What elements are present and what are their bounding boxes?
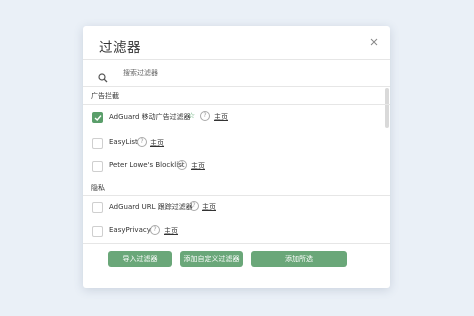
dialog-footer: 导入过滤器 添加自定义过滤器 添加所选 [83,243,390,288]
section-ad-blocking: 广告拦截 [91,92,119,100]
checkbox[interactable] [92,161,103,172]
homepage-link[interactable]: 主页 [214,112,228,122]
filter-name: EasyPrivacy [109,226,151,234]
filter-name: EasyList [109,138,138,146]
filter-list: 广告拦截 AdGuard 移动广告过滤器 ☆ ? 主页 EasyList ? 主… [83,87,390,242]
filter-name: Peter Lowe's Blocklist [109,161,185,169]
homepage-link[interactable]: 主页 [150,138,164,148]
checkbox[interactable] [92,138,103,149]
question-circle-icon[interactable]: ? [137,137,147,147]
list-item-easylist[interactable]: EasyList ? 主页 [83,136,383,154]
section-divider [83,104,390,105]
list-item-adguard-mobile[interactable]: AdGuard 移动广告过滤器 ☆ ? 主页 [83,110,383,128]
search-input[interactable] [123,65,303,81]
homepage-link[interactable]: 主页 [191,161,205,171]
filter-name: AdGuard URL 跟踪过滤器 [109,203,193,211]
star-icon: ☆ [188,111,196,120]
list-item-easyprivacy[interactable]: EasyPrivacy ? 主页 [83,224,383,242]
homepage-link[interactable]: 主页 [164,226,178,236]
filter-name: AdGuard 移动广告过滤器 [109,113,191,121]
dialog-title: 过滤器 [99,40,141,56]
question-circle-icon[interactable]: ? [200,111,210,121]
search-icon [98,68,108,83]
search-bar [83,60,390,86]
add-custom-filter-button[interactable]: 添加自定义过滤器 [180,251,243,267]
question-circle-icon[interactable]: ? [150,225,160,235]
checkbox[interactable] [92,226,103,237]
import-filter-button[interactable]: 导入过滤器 [108,251,172,267]
homepage-link[interactable]: 主页 [202,202,216,212]
list-item-peter-lowe[interactable]: Peter Lowe's Blocklist ? 主页 [83,159,383,177]
filters-dialog: 过滤器 广告拦截 AdGuard 移动广告过滤器 ☆ ? 主页 EasyList… [83,26,390,288]
checkbox-checked[interactable] [92,112,103,123]
question-circle-icon[interactable]: ? [177,160,187,170]
list-item-adguard-url-tracking[interactable]: AdGuard URL 跟踪过滤器 ? 主页 [83,200,383,218]
close-icon[interactable] [368,36,380,48]
add-selected-button[interactable]: 添加所选 [251,251,347,267]
question-circle-icon[interactable]: ? [189,201,199,211]
section-privacy: 隐私 [91,184,105,192]
checkbox[interactable] [92,202,103,213]
section-divider [83,195,390,196]
